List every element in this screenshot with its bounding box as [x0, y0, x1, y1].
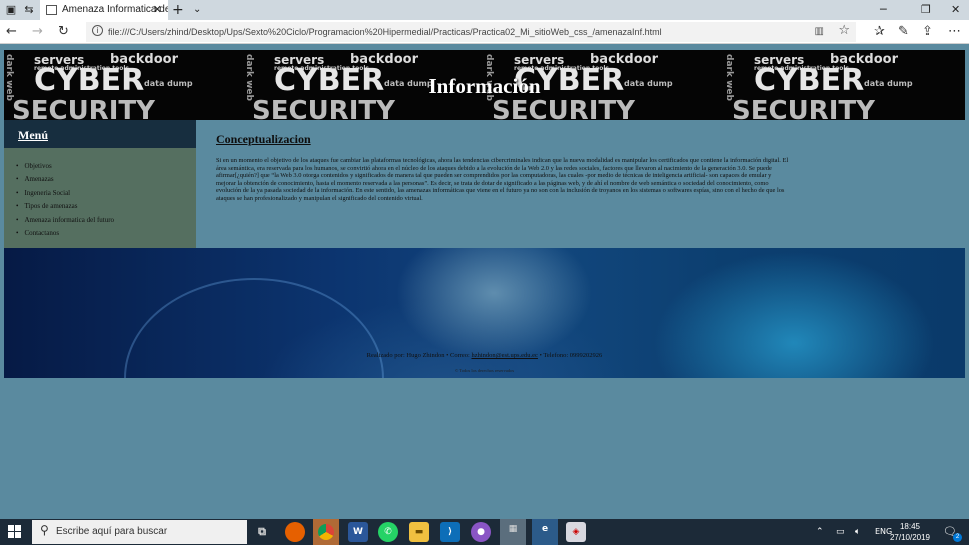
- whatsapp-icon[interactable]: ✆: [378, 522, 398, 542]
- tab-preview-icon[interactable]: ⇆: [22, 3, 36, 17]
- volume-icon[interactable]: 🔈︎: [855, 519, 860, 545]
- footer-decorative-arc: [124, 278, 384, 378]
- footer-email-link[interactable]: hzhindon@est.ups.edu.ec: [471, 352, 537, 359]
- url-text[interactable]: file:///C:/Users/zhind/Desktop/Ups/Sexto…: [108, 22, 662, 42]
- site-info-icon[interactable]: i: [92, 25, 103, 36]
- tab-list-chevron-icon[interactable]: ⌄: [193, 0, 201, 20]
- web-page: dark web servers backdoor remote adminis…: [0, 45, 969, 519]
- notification-count-badge: 2: [953, 533, 962, 542]
- share-icon[interactable]: ⇪: [922, 23, 933, 41]
- browser-tab[interactable]: Amenaza Informatica de ✕: [40, 0, 168, 20]
- clock[interactable]: 18:45 27/10/2019: [884, 521, 936, 543]
- tab-close-icon[interactable]: ✕: [153, 0, 162, 20]
- back-arrow-icon[interactable]: ←: [6, 23, 17, 41]
- search-placeholder[interactable]: Escribe aquí para buscar: [56, 520, 167, 544]
- app-active-icon[interactable]: ▦: [500, 519, 526, 545]
- tray-chevron-up-icon[interactable]: ⌃: [816, 519, 824, 545]
- side-menu: Menú Objetivos Amenazas Ingeneria Social…: [4, 120, 196, 248]
- menu-item-amenaza-futuro[interactable]: Amenaza informatica del futuro: [16, 214, 114, 227]
- set-aside-tabs-icon[interactable]: ▣: [4, 3, 18, 17]
- favorite-star-icon[interactable]: ☆: [838, 23, 850, 38]
- clock-time: 18:45: [899, 522, 921, 531]
- browser-tab-bar: ▣ ⇆ Amenaza Informatica de ✕ + ⌄ ─ ❐ ✕: [0, 0, 969, 20]
- favorites-hub-icon[interactable]: ✰: [874, 23, 885, 41]
- file-explorer-icon[interactable]: ▬: [409, 522, 429, 542]
- more-menu-icon[interactable]: ⋯: [948, 23, 961, 41]
- browser-navigation-bar: ← → ↻ i file:///C:/Users/zhind/Desktop/U…: [0, 20, 969, 44]
- page-footer: Realizado por: Hugo Zhindon • Correo: hz…: [4, 248, 965, 378]
- menu-header: Menú: [4, 120, 196, 148]
- menu-item-objetivos[interactable]: Objetivos: [16, 160, 114, 173]
- page-title: Información: [428, 74, 541, 98]
- notes-pen-icon[interactable]: ✎: [898, 23, 909, 41]
- page-banner: dark web servers backdoor remote adminis…: [4, 50, 965, 120]
- page-favicon-icon: [46, 5, 57, 15]
- reading-view-icon[interactable]: ▥: [815, 26, 824, 37]
- footer-author-text: Realizado por: Hugo Zhindon • Correo:: [366, 352, 472, 359]
- restore-icon[interactable]: ❐: [921, 0, 931, 20]
- refresh-icon[interactable]: ↻: [58, 23, 69, 41]
- menu-item-tipos-de-amenazas[interactable]: Tipos de amenazas: [16, 200, 114, 213]
- github-icon[interactable]: ●: [471, 522, 491, 542]
- menu-item-ingenieria-social[interactable]: Ingeneria Social: [16, 187, 114, 200]
- edge-active-icon[interactable]: e: [532, 519, 558, 545]
- section-heading: Conceptualizacion: [216, 132, 311, 146]
- footer-copyright: © Todos los derechos reservados: [454, 368, 515, 373]
- task-view-icon[interactable]: ⧉: [252, 522, 272, 542]
- minimize-icon[interactable]: ─: [880, 0, 887, 20]
- battery-icon[interactable]: ▭: [836, 519, 845, 545]
- footer-contact-line: Realizado por: Hugo Zhindon • Correo: hz…: [4, 352, 965, 359]
- app-icon[interactable]: ◈: [566, 522, 586, 542]
- menu-item-amenazas[interactable]: Amenazas: [16, 173, 114, 186]
- windows-start-icon[interactable]: [8, 525, 22, 539]
- menu-title[interactable]: Menú: [18, 128, 48, 143]
- firefox-icon[interactable]: [285, 522, 305, 542]
- menu-list: Objetivos Amenazas Ingeneria Social Tipo…: [16, 160, 114, 240]
- taskbar-search[interactable]: ⚲ Escribe aquí para buscar: [32, 520, 247, 544]
- windows-taskbar: ⚲ Escribe aquí para buscar ⧉ W ✆ ▬ ⟩ ● ▦…: [0, 519, 969, 545]
- close-window-icon[interactable]: ✕: [951, 0, 960, 20]
- address-bar[interactable]: i file:///C:/Users/zhind/Desktop/Ups/Sex…: [86, 22, 856, 42]
- forward-arrow-icon[interactable]: →: [32, 23, 43, 41]
- footer-phone-text: • Telefono: 0999202926: [537, 352, 603, 359]
- chrome-active-icon[interactable]: [313, 519, 339, 545]
- clock-date: 27/10/2019: [889, 533, 931, 542]
- main-content: Conceptualizacion Si en un momento el ob…: [196, 120, 965, 248]
- word-icon[interactable]: W: [348, 522, 368, 542]
- vscode-icon[interactable]: ⟩: [440, 522, 460, 542]
- menu-item-contactanos[interactable]: Contactanos: [16, 227, 114, 240]
- search-icon: ⚲: [40, 523, 49, 537]
- section-paragraph: Si en un momento el objetivo de los ataq…: [216, 157, 789, 202]
- new-tab-button[interactable]: +: [172, 0, 184, 20]
